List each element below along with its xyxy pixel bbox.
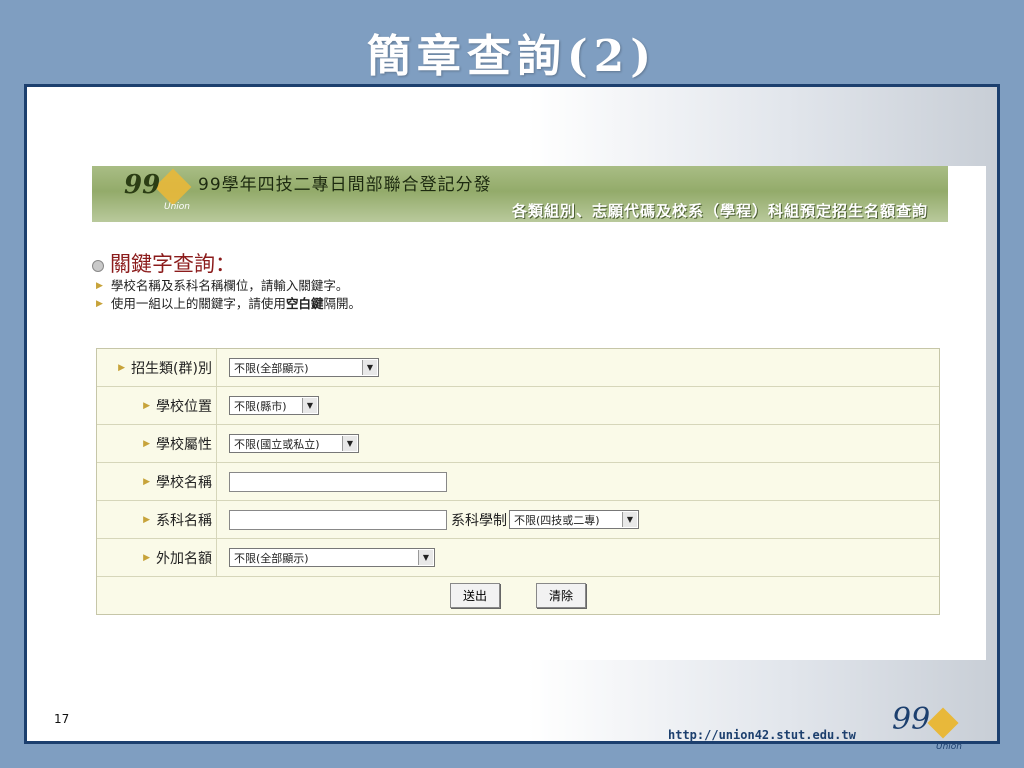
search-form: ▶ 招生類(群)別 不限(全部顯示) ▼ ▶ 學校位置 不限(縣市) ▼ ▶ 學校屬性 (96, 348, 940, 615)
attribute-select[interactable]: 不限(國立或私立) ▼ (229, 434, 359, 453)
location-label: 學校位置 (156, 398, 212, 415)
system-label: 系科學制 (451, 512, 507, 529)
school-name-label: 學校名稱 (156, 474, 212, 491)
instruction-2: ▶ 使用一組以上的關鍵字，請使用 空白鍵 隔開。 (96, 295, 361, 313)
instruction-2-tail: 隔開。 (323, 296, 361, 311)
instruction-1: ▶ 學校名稱及系科名稱欄位，請輸入關鍵字。 (96, 277, 361, 295)
dropdown-arrow-icon: ▼ (342, 436, 357, 451)
footer-logo-sub: Union (936, 742, 963, 752)
attribute-select-value: 不限(國立或私立) (234, 437, 320, 451)
footer-logo-text: 99 (892, 702, 931, 737)
form-row-location: ▶ 學校位置 不限(縣市) ▼ (97, 387, 939, 425)
instructions: ▶ 學校名稱及系科名稱欄位，請輸入關鍵字。 ▶ 使用一組以上的關鍵字，請使用 空白… (96, 277, 361, 313)
bullet-icon (92, 260, 104, 272)
system-select-value: 不限(四技或二專) (514, 513, 600, 527)
attribute-label: 學校屬性 (156, 436, 212, 453)
category-select[interactable]: 不限(全部顯示) ▼ (229, 358, 379, 377)
dept-name-label: 系科名稱 (156, 512, 212, 529)
arrow-icon: ▶ (96, 299, 103, 309)
site-logo-sub: Union (164, 202, 191, 212)
category-select-value: 不限(全部顯示) (234, 361, 309, 375)
location-select-value: 不限(縣市) (234, 399, 287, 413)
form-row-dept-name: ▶ 系科名稱 系科學制 不限(四技或二專) ▼ (97, 501, 939, 539)
instruction-2-bold: 空白鍵 (285, 296, 324, 311)
arrow-icon: ▶ (143, 400, 150, 411)
section-title: 關鍵字查詢： (110, 252, 236, 276)
extra-quota-select-value: 不限(全部顯示) (234, 551, 309, 565)
extra-quota-select[interactable]: 不限(全部顯示) ▼ (229, 548, 435, 567)
arrow-icon: ▶ (143, 476, 150, 487)
arrow-icon: ▶ (143, 438, 150, 449)
arrow-icon: ▶ (118, 362, 126, 373)
arrow-icon: ▶ (96, 281, 103, 291)
school-name-input[interactable] (229, 471, 447, 492)
slide-title: 簡章查詢(2) (366, 31, 658, 82)
site-banner: 99 Union 99學年四技二專日間部聯合登記分發 各類組別、志願代碼及校系（… (92, 166, 948, 222)
dropdown-arrow-icon: ▼ (362, 360, 377, 375)
instruction-1-text: 學校名稱及系科名稱欄位，請輸入關鍵字。 (110, 278, 349, 293)
arrow-icon: ▶ (143, 552, 150, 563)
instruction-2-text: 使用一組以上的關鍵字，請使用 (110, 296, 286, 311)
dropdown-arrow-icon: ▼ (418, 550, 433, 565)
category-label: 招生類(群)別 (131, 360, 212, 377)
site-logo: 99 (124, 170, 161, 200)
form-row-buttons: 送出 清除 (97, 577, 939, 614)
footer-url: http://union42.stut.edu.tw (668, 728, 856, 742)
dept-name-input[interactable] (229, 509, 447, 530)
clear-button[interactable]: 清除 (536, 583, 587, 608)
arrow-icon: ▶ (143, 514, 150, 525)
slide-number: 17 (54, 712, 70, 726)
site-title: 99學年四技二專日間部聯合登記分發 (198, 175, 492, 195)
section-heading: 關鍵字查詢： (92, 248, 236, 278)
site-subtitle: 各類組別、志願代碼及校系（學程）科組預定招生名額查詢 (511, 202, 928, 220)
web-screenshot: 99 Union 99學年四技二專日間部聯合登記分發 各類組別、志願代碼及校系（… (92, 166, 986, 660)
form-row-extra-quota: ▶ 外加名額 不限(全部顯示) ▼ (97, 539, 939, 577)
dropdown-arrow-icon: ▼ (622, 512, 637, 527)
form-row-school-name: ▶ 學校名稱 (97, 463, 939, 501)
extra-quota-label: 外加名額 (156, 550, 212, 567)
submit-button[interactable]: 送出 (449, 583, 500, 608)
footer-logo: 99 Union (892, 702, 962, 752)
form-row-attribute: ▶ 學校屬性 不限(國立或私立) ▼ (97, 425, 939, 463)
system-select[interactable]: 不限(四技或二專) ▼ (509, 510, 639, 529)
location-select[interactable]: 不限(縣市) ▼ (229, 396, 319, 415)
dropdown-arrow-icon: ▼ (302, 398, 317, 413)
form-row-category: ▶ 招生類(群)別 不限(全部顯示) ▼ (97, 349, 939, 387)
